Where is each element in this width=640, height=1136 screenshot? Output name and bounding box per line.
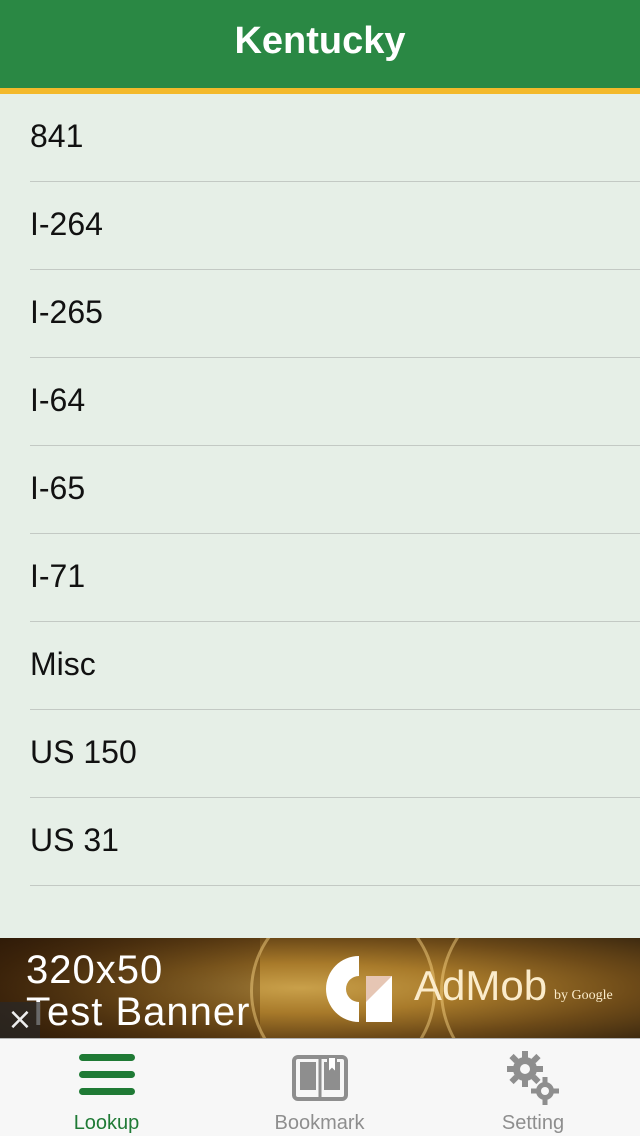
list-item-label: Misc bbox=[30, 646, 96, 682]
list-item-i-265[interactable]: I-265 bbox=[0, 270, 640, 358]
list-icon bbox=[78, 1054, 135, 1095]
list-item-label: US 150 bbox=[30, 734, 137, 770]
list-item-i-65[interactable]: I-65 bbox=[0, 446, 640, 534]
close-icon[interactable]: × bbox=[0, 1002, 40, 1038]
book-icon bbox=[291, 1055, 348, 1101]
list-item-us-150[interactable]: US 150 bbox=[0, 710, 640, 798]
list-item-label: I-64 bbox=[30, 382, 86, 418]
list-item-label: US 31 bbox=[30, 822, 119, 858]
list-item-i-64[interactable]: I-64 bbox=[0, 358, 640, 446]
ad-text-size: 320x50 bbox=[26, 948, 164, 992]
ad-brand-suffix: by Google bbox=[554, 988, 613, 1003]
admob-logo-icon bbox=[326, 956, 392, 1022]
ad-brand-name: AdMob bbox=[414, 962, 548, 1009]
ad-text-label: Test Banner bbox=[26, 990, 251, 1034]
nav-bar: Kentucky bbox=[0, 0, 640, 94]
tab-setting[interactable]: Setting bbox=[426, 1039, 640, 1136]
tab-label: Lookup bbox=[73, 1112, 140, 1134]
list-item-i-264[interactable]: I-264 bbox=[0, 182, 640, 270]
route-list: 841 I-264 I-265 I-64 I-65 I-71 Misc US 1… bbox=[0, 94, 640, 886]
list-item-label: I-264 bbox=[30, 206, 103, 242]
list-item-us-31[interactable]: US 31 bbox=[0, 798, 640, 886]
page-title: Kentucky bbox=[234, 20, 406, 62]
list-item-841[interactable]: 841 bbox=[0, 94, 640, 182]
list-item-label: 841 bbox=[30, 118, 84, 154]
tab-bookmark[interactable]: Bookmark bbox=[213, 1039, 426, 1136]
list-item-label: I-265 bbox=[30, 294, 103, 330]
list-item-misc[interactable]: Misc bbox=[0, 622, 640, 710]
list-item-label: I-65 bbox=[30, 470, 86, 506]
tab-label: Setting bbox=[501, 1112, 565, 1134]
tab-label: Bookmark bbox=[274, 1112, 365, 1134]
list-item-label: I-71 bbox=[30, 558, 86, 594]
app-screen: Kentucky 841 I-264 I-265 I-64 I-65 I-71 … bbox=[0, 0, 640, 1136]
gears-icon bbox=[507, 1051, 559, 1105]
list-item-i-71[interactable]: I-71 bbox=[0, 534, 640, 622]
tab-lookup[interactable]: Lookup bbox=[0, 1039, 213, 1136]
tab-bar: Lookup Bookmark Setting bbox=[0, 1038, 640, 1136]
ad-banner[interactable]: 320x50 Test Banner AdMob by Google bbox=[0, 938, 640, 1038]
